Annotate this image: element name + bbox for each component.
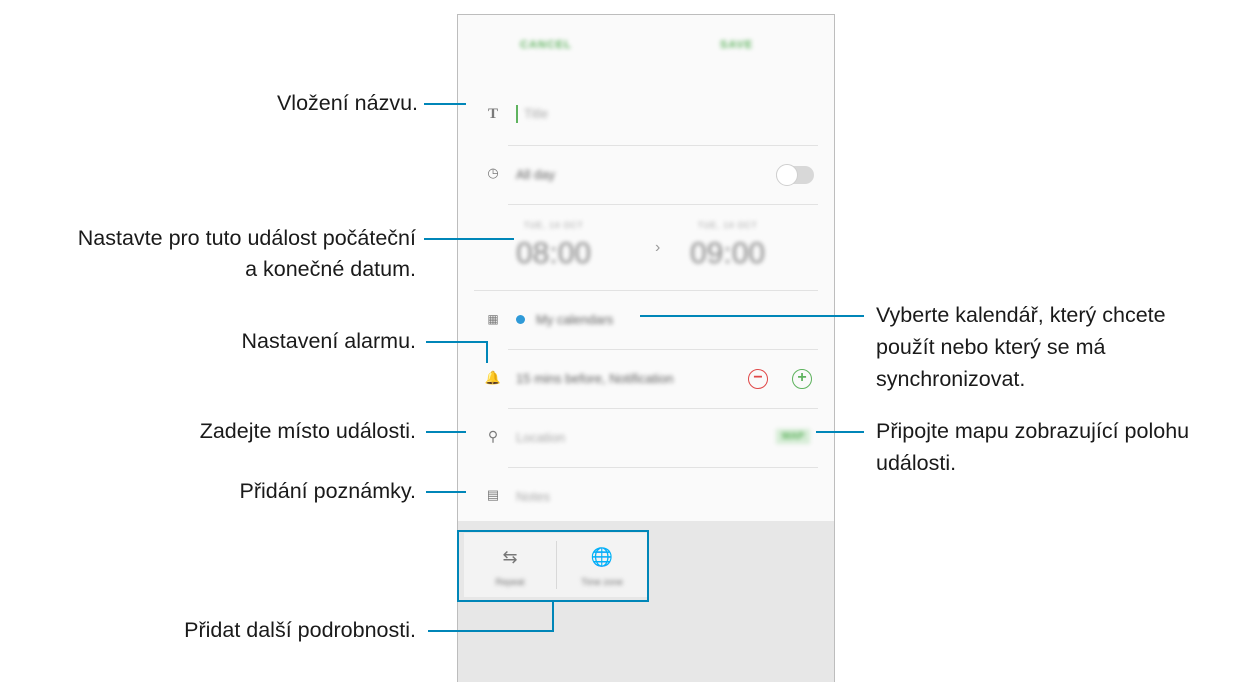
callout-alarm: Nastavení alarmu. [241,329,416,353]
callout-map-line2: události. [876,451,957,475]
title-t-icon: T [487,106,498,122]
location-row[interactable]: ⚲ Location MAP [458,409,834,468]
all-day-toggle[interactable] [776,164,814,186]
range-arrow-icon: › [655,239,661,256]
action-bar: CANCEL SAVE [458,15,834,88]
callout-title: Vložení názvu. [276,91,418,115]
callout-dates-line1: Nastavte pro tuto událost počáteční [77,226,416,250]
remove-reminder-button[interactable]: − [748,369,768,389]
callout-line [426,341,488,343]
start-datetime[interactable]: TUE, 14 OCT 08:00 [516,211,636,283]
callout-line [426,431,466,433]
callout-line [426,491,466,493]
cancel-button[interactable]: CANCEL [520,39,572,51]
callout-line [640,315,864,317]
location-input[interactable]: Location [516,430,565,445]
callout-line [816,431,864,433]
toggle-knob [776,164,798,186]
notes-input[interactable]: Notes [516,489,550,504]
event-form: T Title ◷ All day TUE, 14 OCT 08:00 › TU… [458,87,834,521]
callout-calendar-line2: použít nebo který se má [876,335,1106,359]
calendar-icon: ▦ [487,312,499,326]
callout-line [486,341,488,363]
calendar-name: My calendars [536,312,614,327]
calendar-row[interactable]: ▦ My calendars [458,291,834,350]
callout-map-line1: Připojte mapu zobrazující polohu [876,419,1190,443]
date-range-row: TUE, 14 OCT 08:00 › TUE, 14 OCT 09:00 [458,205,834,291]
all-day-row[interactable]: ◷ All day [458,146,834,205]
bell-icon: 🔔 [484,370,502,385]
notes-icon: ▤ [486,487,500,502]
end-date: TUE, 14 OCT [698,221,758,230]
end-time: 09:00 [690,237,766,270]
callout-line [428,630,554,632]
calendar-color-dot [516,315,525,324]
title-row[interactable]: T Title [458,87,834,146]
callout-calendar-line1: Vyberte kalendář, který chcete [876,303,1166,327]
text-cursor [516,105,518,123]
callout-dates-line2: a konečné datum. [245,257,416,281]
notes-row[interactable]: ▤ Notes [458,468,834,527]
end-datetime[interactable]: TUE, 14 OCT 09:00 [690,211,810,283]
map-button[interactable]: MAP [776,429,811,444]
all-day-label: All day [516,167,556,182]
callout-line [552,600,554,632]
pin-icon: ⚲ [487,428,499,444]
callout-calendar-line3: synchronizovat. [876,367,1026,391]
callout-location: Zadejte místo události. [199,419,416,443]
clock-icon: ◷ [487,165,499,180]
extra-options-highlight [457,530,649,602]
start-date: TUE, 14 OCT [524,221,584,230]
reminder-text: 15 mins before, Notification [516,371,674,386]
add-reminder-button[interactable]: + [792,369,812,389]
title-input[interactable]: Title [524,106,548,121]
save-button[interactable]: SAVE [720,39,753,51]
callout-more: Přidat další podrobnosti. [184,618,416,642]
start-time: 08:00 [516,237,592,270]
callout-line [424,238,514,240]
callout-notes: Přidání poznámky. [239,479,416,503]
reminder-row[interactable]: 🔔 15 mins before, Notification − + [458,350,834,409]
callout-line [424,103,466,105]
